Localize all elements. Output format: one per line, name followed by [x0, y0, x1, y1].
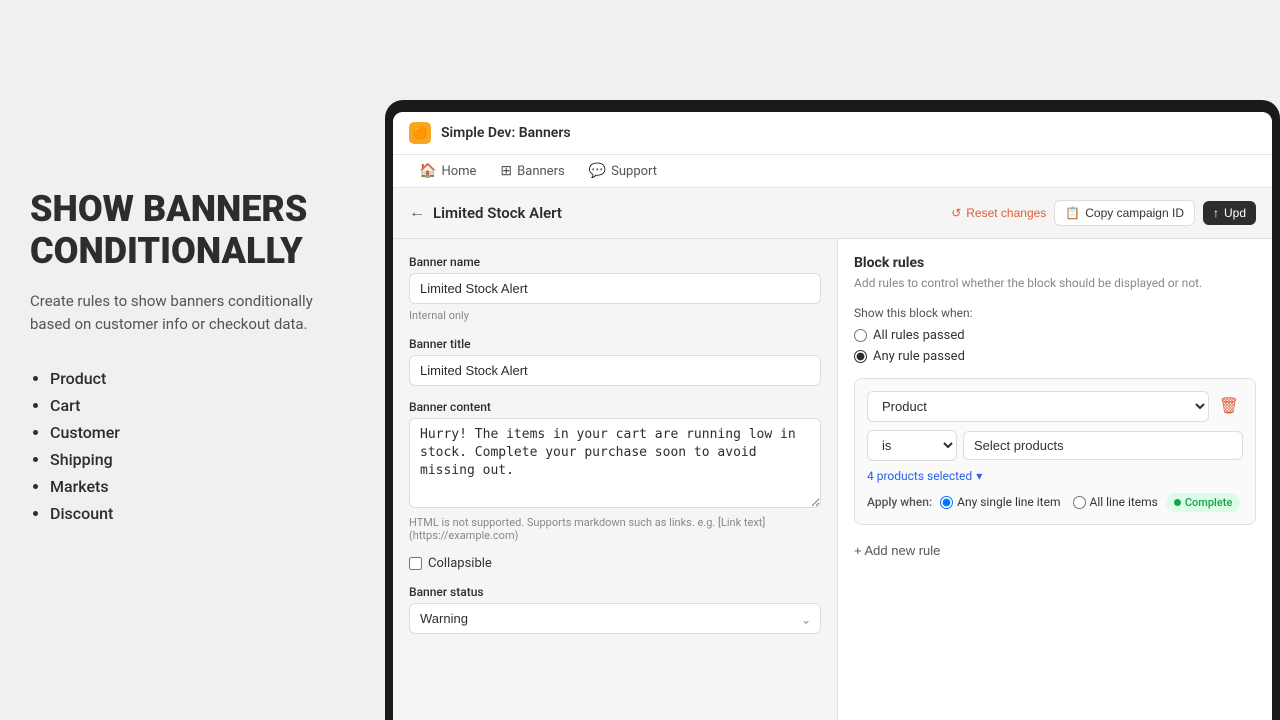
show-when-label: Show this block when:: [854, 306, 1256, 320]
left-panel: SHOW BANNERS CONDITIONALLY Create rules …: [0, 0, 385, 720]
page-header: ← Limited Stock Alert ↺ Reset changes 📋 …: [393, 188, 1272, 239]
banner-status-group: Banner status Warning: [409, 585, 821, 634]
nav-bar: 🏠 Home ⊞ Banners 💬 Support: [393, 154, 1272, 187]
list-item-cart: Cart: [50, 396, 355, 415]
support-icon: 💬: [589, 163, 606, 179]
tablet-inner: 🟠 Simple Dev: Banners 🏠 Home ⊞ Banners 💬…: [393, 112, 1272, 720]
all-rules-radio-row: All rules passed: [854, 328, 1256, 343]
rule-delete-button[interactable]: 🗑: [1215, 394, 1243, 418]
banner-title-input[interactable]: [409, 355, 821, 386]
show-when-radio-group: All rules passed Any rule passed: [854, 328, 1256, 364]
apply-when-label: Apply when:: [867, 495, 932, 509]
all-line-row: All line items: [1073, 495, 1158, 509]
products-selected-link[interactable]: 4 products selected ▾: [867, 469, 1243, 483]
feature-list: Product Cart Customer Shipping Markets D…: [30, 369, 355, 531]
collapsible-checkbox[interactable]: [409, 557, 422, 570]
banner-name-hint: Internal only: [409, 309, 469, 322]
banner-status-label: Banner status: [409, 585, 821, 599]
app-chrome: 🟠 Simple Dev: Banners 🏠 Home ⊞ Banners 💬…: [393, 112, 1272, 188]
banner-name-label: Banner name: [409, 255, 821, 269]
banner-title-group: Banner title: [409, 337, 821, 386]
list-item-markets: Markets: [50, 477, 355, 496]
rule-condition-row: is is not Select products: [867, 430, 1243, 461]
copy-icon: 📋: [1065, 206, 1080, 220]
list-item-shipping: Shipping: [50, 450, 355, 469]
copy-campaign-id-button[interactable]: 📋 Copy campaign ID: [1054, 200, 1195, 226]
app-title: Simple Dev: Banners: [441, 125, 571, 141]
select-products-button[interactable]: Select products: [963, 431, 1243, 460]
status-dot: [1174, 499, 1181, 506]
reset-icon: ↺: [951, 206, 961, 220]
rules-title: Block rules: [854, 255, 1256, 271]
add-new-rule-button[interactable]: + Add new rule: [854, 537, 940, 564]
collapsible-group: Collapsible: [409, 556, 821, 571]
banner-name-group: Banner name Internal only: [409, 255, 821, 323]
right-panel: 🟠 Simple Dev: Banners 🏠 Home ⊞ Banners 💬…: [385, 0, 1280, 720]
banner-content-group: Banner content Hurry! The items in your …: [409, 400, 821, 542]
rule-box: Product Cart Customer 🗑 is is not: [854, 378, 1256, 525]
list-item-product: Product: [50, 369, 355, 388]
form-column: Banner name Internal only Banner title B…: [393, 239, 838, 720]
page-title: Limited Stock Alert: [433, 204, 562, 222]
rules-subtitle: Add rules to control whether the block s…: [854, 275, 1256, 292]
banner-title-label: Banner title: [409, 337, 821, 351]
any-rule-radio[interactable]: [854, 350, 867, 363]
main-heading: SHOW BANNERS CONDITIONALLY: [30, 189, 355, 272]
reset-changes-button[interactable]: ↺ Reset changes: [951, 206, 1046, 220]
nav-support[interactable]: 💬 Support: [579, 155, 667, 187]
rule-type-row: Product Cart Customer 🗑: [867, 391, 1243, 422]
status-badge-label: Complete: [1185, 496, 1232, 509]
any-rule-label: Any rule passed: [873, 349, 965, 364]
list-item-discount: Discount: [50, 504, 355, 523]
banner-status-select-wrapper: Warning: [409, 603, 821, 634]
chevron-down-icon: ▾: [976, 469, 982, 483]
rules-column: Block rules Add rules to control whether…: [838, 239, 1272, 720]
nav-support-label: Support: [611, 164, 657, 179]
any-single-radio[interactable]: [940, 496, 953, 509]
all-rules-label: All rules passed: [873, 328, 965, 343]
rule-type-select[interactable]: Product Cart Customer: [867, 391, 1209, 422]
home-icon: 🏠: [419, 163, 436, 179]
any-single-label: Any single line item: [957, 495, 1060, 509]
app-icon: 🟠: [409, 122, 431, 144]
back-button[interactable]: ←: [409, 204, 425, 222]
reset-label: Reset changes: [966, 206, 1046, 220]
nav-home[interactable]: 🏠 Home: [409, 155, 486, 187]
tablet-frame: 🟠 Simple Dev: Banners 🏠 Home ⊞ Banners 💬…: [385, 100, 1280, 720]
apply-radio-group: Any single line item All line items: [940, 495, 1158, 509]
all-rules-radio[interactable]: [854, 329, 867, 342]
rule-condition-select[interactable]: is is not: [867, 430, 957, 461]
page-content: ← Limited Stock Alert ↺ Reset changes 📋 …: [393, 188, 1272, 720]
title-bar: 🟠 Simple Dev: Banners: [393, 112, 1272, 154]
all-line-radio[interactable]: [1073, 496, 1086, 509]
banners-icon: ⊞: [500, 163, 512, 179]
page-header-right: ↺ Reset changes 📋 Copy campaign ID ↑ Upd: [951, 200, 1256, 226]
nav-banners[interactable]: ⊞ Banners: [490, 155, 574, 187]
banner-status-select[interactable]: Warning: [409, 603, 821, 634]
update-button[interactable]: ↑ Upd: [1203, 201, 1256, 225]
all-line-label: All line items: [1090, 495, 1158, 509]
list-item-customer: Customer: [50, 423, 355, 442]
main-description: Create rules to show banners conditional…: [30, 290, 355, 337]
status-badge: Complete: [1166, 493, 1240, 512]
nav-banners-label: Banners: [517, 164, 565, 179]
update-label: Upd: [1224, 206, 1246, 220]
nav-home-label: Home: [441, 164, 476, 179]
campaign-label: Copy campaign ID: [1085, 206, 1184, 220]
banner-content-label: Banner content: [409, 400, 821, 414]
collapsible-label: Collapsible: [428, 556, 492, 571]
main-layout: Banner name Internal only Banner title B…: [393, 239, 1272, 720]
banner-name-input[interactable]: [409, 273, 821, 304]
any-single-row: Any single line item: [940, 495, 1060, 509]
page-header-left: ← Limited Stock Alert: [409, 204, 562, 222]
banner-content-input[interactable]: Hurry! The items in your cart are runnin…: [409, 418, 821, 508]
update-icon: ↑: [1213, 206, 1219, 220]
products-selected-text: 4 products selected: [867, 469, 972, 483]
apply-when-row: Apply when: Any single line item All lin…: [867, 493, 1243, 512]
any-rule-radio-row: Any rule passed: [854, 349, 1256, 364]
banner-content-note: HTML is not supported. Supports markdown…: [409, 516, 821, 542]
